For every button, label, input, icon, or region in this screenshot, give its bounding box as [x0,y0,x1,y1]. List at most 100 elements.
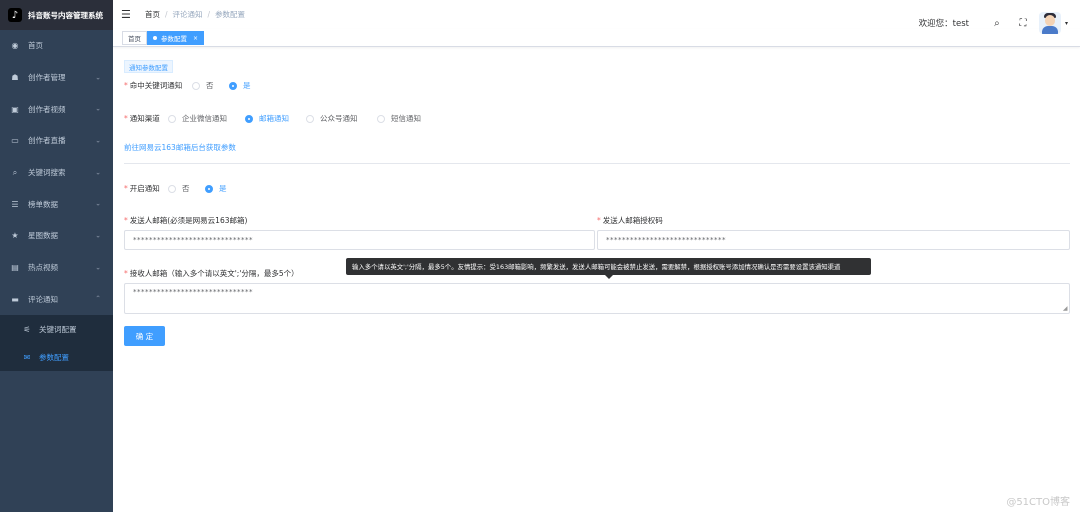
sidebar-item-comment-notify[interactable]: ▬ 评论通知 ⌃ [0,284,113,316]
star-icon: ★ [11,231,19,241]
breadcrumb-home[interactable]: 首页 [145,9,160,20]
live-icon: ▭ [11,136,19,146]
required-mark: * [124,269,128,278]
breadcrumb-separator: / [207,10,211,19]
section-tag: 通知参数配置 [124,60,173,73]
radio-circle [245,114,253,123]
radio-channel-sms[interactable]: 短信通知 [377,113,421,124]
sidebar-item-home[interactable]: ◉ 首页 [0,30,113,62]
sidebar-item-keyword-search[interactable]: ⌕ 关键词搜索 ⌄ [0,157,113,189]
keyword-config-icon: ⚟ [23,324,31,334]
receiver-email-value: ****************************** [133,288,253,296]
caret-down-icon[interactable]: ▾ [1065,20,1068,27]
receiver-email-textarea[interactable]: ****************************** ◢ [124,283,1070,314]
breadcrumb: 首页 / 评论通知 / 参数配置 [145,9,245,20]
tag-label: 参数配置 [161,35,187,43]
sidebar-item-label: 星图数据 [28,231,58,241]
radio-circle [205,184,213,193]
radio-enable-no[interactable]: 否 [168,183,190,194]
sidebar: ♪ 抖音账号内容管理系统 ◉ 首页 ☗ 创作者管理 ⌄ ▣ 创作者视频 ⌄ ▭ … [0,0,113,512]
app-title: 抖音账号内容管理系统 [28,10,103,20]
watermark: @51CTO博客 [1006,497,1070,508]
submit-button[interactable]: 确 定 [124,326,165,346]
breadcrumb-separator: / [165,10,168,19]
sidebar-menu: ◉ 首页 ☗ 创作者管理 ⌄ ▣ 创作者视频 ⌄ ▭ 创作者直播 ⌄ ⌕ 关键词… [0,30,113,315]
tag-param-config[interactable]: 参数配置 × [147,31,205,45]
required-mark: * [124,81,128,90]
tooltip-arrow [605,275,613,279]
radio-circle [168,184,176,193]
radio-circle [229,81,237,90]
sidebar-item-label: 创作者直播 [28,136,66,146]
chevron-up-icon: ⌃ [95,294,101,303]
sidebar-submenu: ⚟ 关键词配置 ✉ 参数配置 [0,315,113,372]
sidebar-subitem-keyword-config[interactable]: ⚟ 关键词配置 [0,315,113,343]
tiktok-logo-icon: ♪ [8,8,22,22]
tag-home[interactable]: 首页 [122,31,147,45]
sidebar-item-label: 热点视频 [28,263,58,273]
user-manage-icon: ☗ [11,73,19,83]
radio-keyword-notify-yes[interactable]: 是 [229,80,251,91]
sidebar-subitem-label: 参数配置 [39,352,69,362]
sidebar-subitem-label: 关键词配置 [39,324,77,334]
radio-circle [306,114,314,123]
sidebar-item-creator-video[interactable]: ▣ 创作者视频 ⌄ [0,93,113,125]
main-area: ☰ 首页 / 评论通知 / 参数配置 欢迎您：test ⌕ ⛶ ▾ 首页 参数配… [113,0,1080,512]
divider [124,163,1070,164]
sidebar-item-label: 创作者视频 [28,104,66,114]
app-root: ♪ 抖音账号内容管理系统 ◉ 首页 ☗ 创作者管理 ⌄ ▣ 创作者视频 ⌄ ▭ … [0,0,1080,512]
sender-auth-input[interactable]: ****************************** [597,230,1070,250]
resize-handle-icon[interactable]: ◢ [1063,306,1068,312]
chevron-down-icon: ⌄ [95,263,101,272]
sidebar-item-label: 首页 [28,41,43,51]
sidebar-item-label: 榜单数据 [28,199,58,209]
sidebar-item-label: 评论通知 [28,294,58,304]
netease-help-link[interactable]: 前往网易云163邮箱后台获取参数 [124,142,236,153]
param-config-icon: ✉ [23,352,31,362]
close-icon[interactable]: × [193,35,198,42]
radio-circle [192,81,200,90]
receiver-tooltip: 输入多个请以英文';'分隔，最多5个。友情提示：受163邮箱影响，频繁发送，发送… [346,258,871,275]
chevron-down-icon: ⌄ [95,231,101,240]
sender-auth-label: * 发送人邮箱授权码 [597,216,663,225]
radio-channel-email[interactable]: 邮箱通知 [245,113,289,124]
chevron-down-icon: ⌄ [95,168,101,177]
breadcrumb-current: 参数配置 [215,10,246,19]
keyword-notify-label: * 命中关键词通知 [124,81,183,90]
radio-channel-wechat-official[interactable]: 公众号通知 [306,113,358,124]
hamburger-icon[interactable]: ☰ [121,8,135,21]
tags-view: 首页 参数配置 × [113,29,1080,47]
breadcrumb-comment-notify: 评论通知 [172,10,203,19]
required-mark: * [124,216,128,225]
welcome-text: 欢迎您：test [918,19,969,29]
chevron-down-icon: ⌄ [95,199,101,208]
fullscreen-icon[interactable]: ⛶ [1013,18,1033,29]
radio-keyword-notify-no[interactable]: 否 [192,80,214,91]
receiver-email-label: * 接收人邮箱（输入多个请以英文';'分隔，最多5个） [124,269,299,278]
sidebar-item-creator-live[interactable]: ▭ 创作者直播 ⌄ [0,125,113,157]
sender-email-label: * 发送人邮箱(必须是网易云163邮箱) [124,216,248,225]
sidebar-item-label: 关键词搜索 [28,168,66,178]
sidebar-item-creator-manage[interactable]: ☗ 创作者管理 ⌄ [0,62,113,94]
video-icon: ▣ [11,104,19,114]
chevron-down-icon: ⌄ [95,104,101,113]
enable-notify-label: * 开启通知 [124,184,160,193]
channel-label: * 通知渠道 [124,114,160,123]
sidebar-item-hot-video[interactable]: ▤ 热点视频 ⌄ [0,252,113,284]
radio-enable-yes[interactable]: 是 [205,183,227,194]
required-mark: * [124,114,128,123]
chevron-down-icon: ⌄ [95,136,101,145]
sidebar-item-ranking[interactable]: ☰ 榜单数据 ⌄ [0,188,113,220]
logo-row[interactable]: ♪ 抖音账号内容管理系统 [0,0,113,30]
list-icon: ☰ [11,199,19,209]
sidebar-item-label: 创作者管理 [28,73,66,83]
tag-label: 首页 [128,35,141,43]
required-mark: * [597,216,601,225]
sidebar-item-star-map[interactable]: ★ 星图数据 ⌄ [0,220,113,252]
radio-channel-wecom[interactable]: 企业微信通知 [168,113,227,124]
sidebar-subitem-param-config[interactable]: ✉ 参数配置 [0,343,113,371]
active-dot-icon [153,36,157,40]
sender-email-input[interactable]: ****************************** [124,230,595,250]
radio-circle [168,114,176,123]
search-icon[interactable]: ⌕ [987,18,1007,29]
